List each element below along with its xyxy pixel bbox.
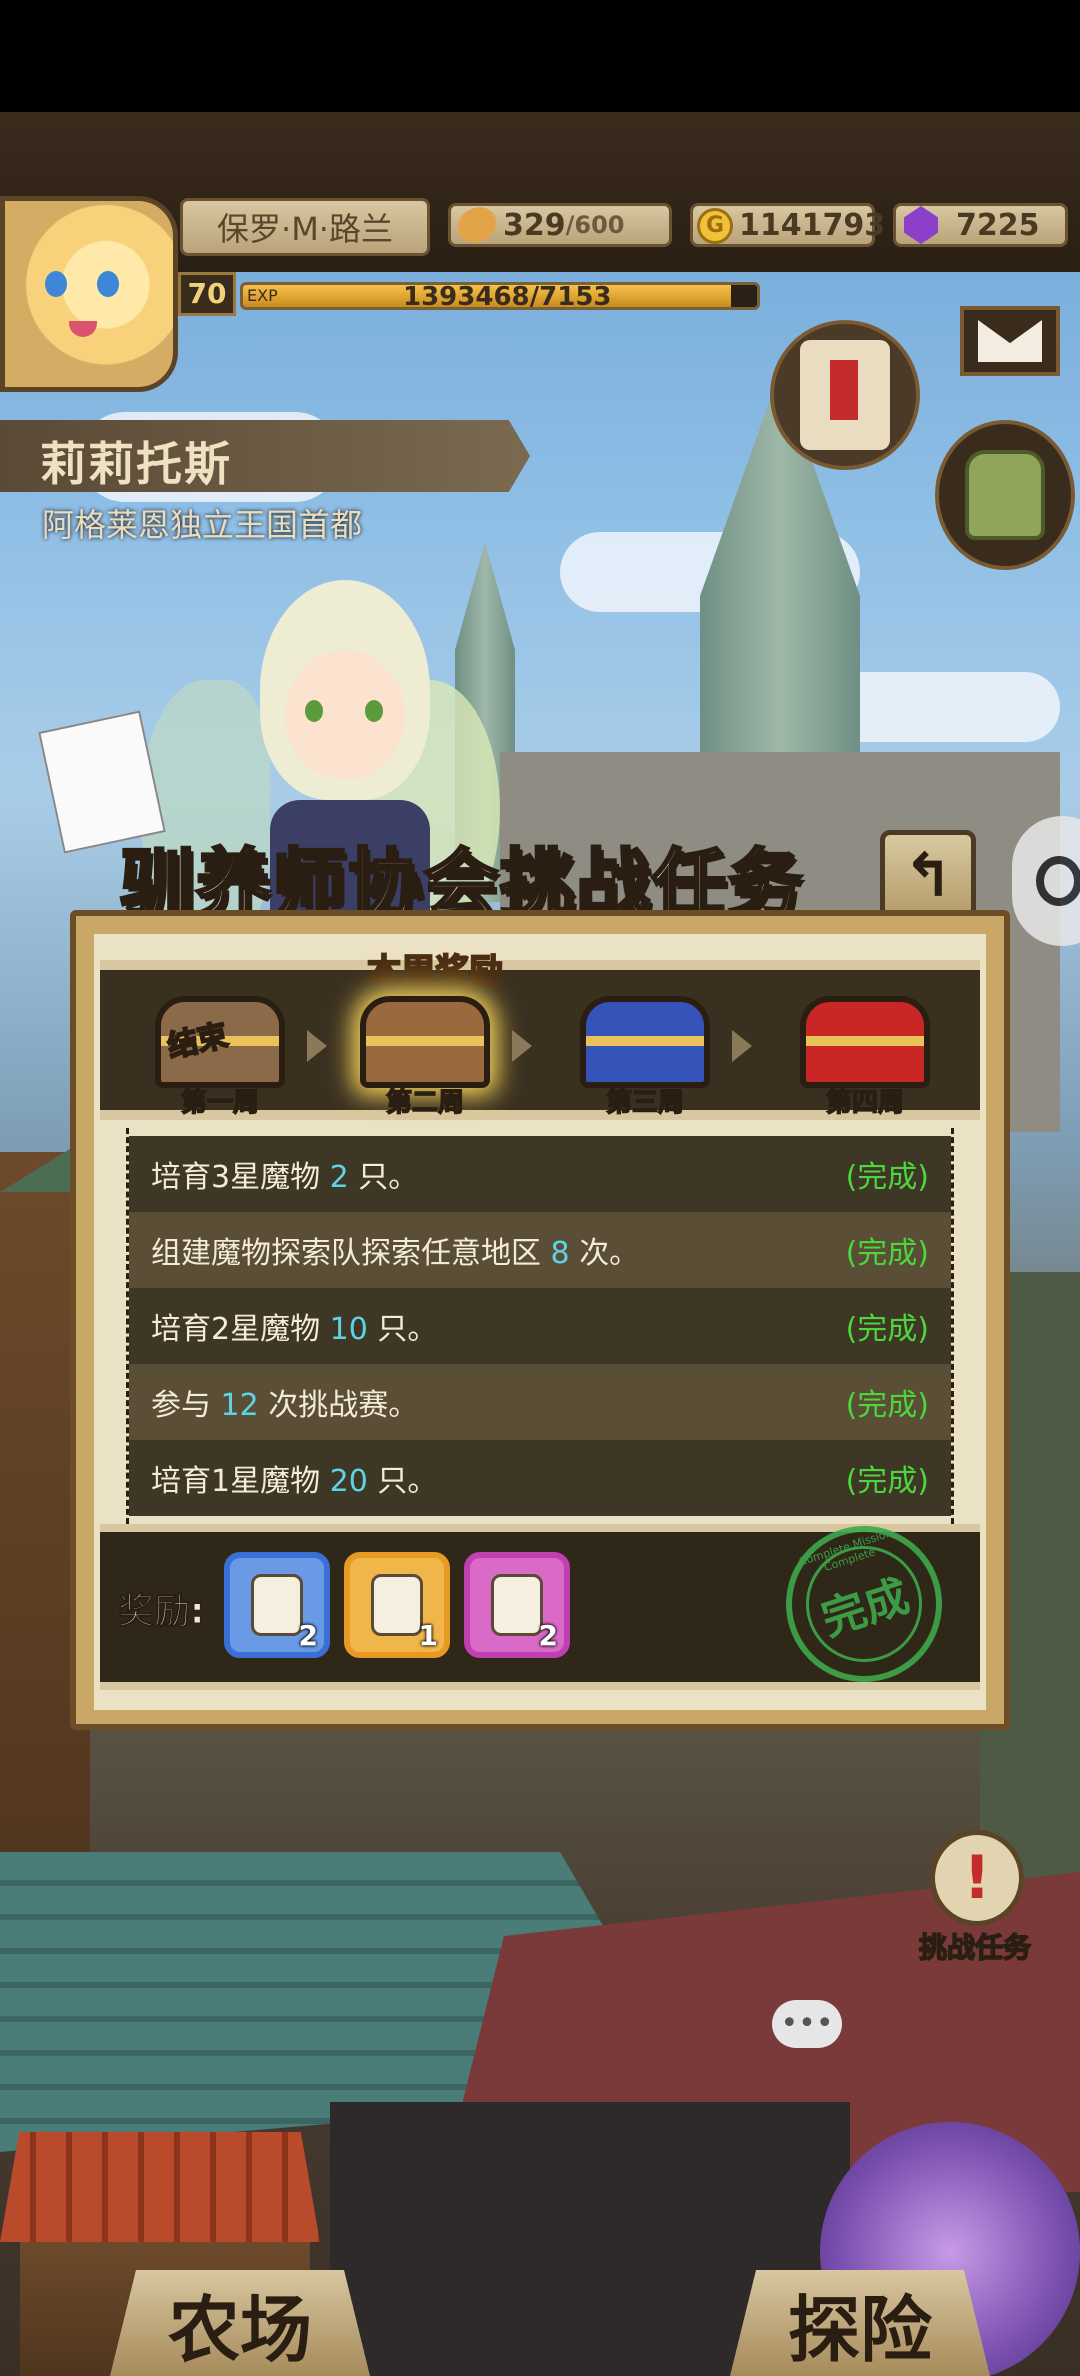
- task-text: 培育2星魔物 10 只。: [151, 1304, 437, 1348]
- task-row: 参与 12 次挑战赛。 (完成): [129, 1364, 951, 1440]
- task-count: 20: [329, 1464, 368, 1499]
- potion-icon: [371, 1574, 423, 1636]
- week-label: 第三周: [605, 1087, 685, 1119]
- exp-text: 1393468/7153: [403, 282, 612, 310]
- back-button[interactable]: ↰: [880, 830, 976, 922]
- location-subtitle: 阿格莱恩独立王国首都: [42, 506, 363, 544]
- lantern-icon: [491, 1574, 543, 1636]
- task-text: 培育3星魔物 2 只。: [151, 1152, 418, 1196]
- challenge-task-button[interactable]: ! 挑战任务: [900, 1830, 1050, 1970]
- task-status: (完成): [845, 1236, 929, 1271]
- week-label: 第二周: [385, 1087, 465, 1119]
- reward-item[interactable]: 1: [344, 1552, 450, 1658]
- gem-counter[interactable]: 7225: [893, 203, 1068, 247]
- reward-count: 1: [418, 1619, 438, 1652]
- exp-label: EXP: [247, 286, 278, 305]
- player-avatar[interactable]: [0, 196, 178, 392]
- week-chest-3[interactable]: 第三周: [570, 986, 720, 1119]
- reward-item[interactable]: 2: [464, 1552, 570, 1658]
- alert-scroll-icon: !: [930, 1830, 1024, 1926]
- return-arrow-icon: ↰: [902, 841, 954, 911]
- explore-nav-button[interactable]: 探险: [730, 2270, 990, 2376]
- task-count: 2: [329, 1160, 349, 1195]
- task-prefix: 培育2星魔物: [151, 1312, 321, 1347]
- task-status: (完成): [845, 1160, 929, 1195]
- challenge-task-label: 挑战任务: [918, 1930, 1032, 1965]
- player-level: 70: [178, 272, 236, 316]
- week-state: 结束: [164, 1017, 232, 1066]
- task-prefix: 培育3星魔物: [151, 1160, 321, 1195]
- task-row: 培育1星魔物 20 只。 (完成): [129, 1440, 951, 1516]
- bread-counter[interactable]: 329 /600: [448, 200, 672, 250]
- task-suffix: 只。: [377, 1312, 438, 1347]
- arrow-right-icon: [307, 1030, 327, 1062]
- bread-max: /600: [565, 211, 625, 239]
- task-prefix: 组建魔物探索队探索任意地区: [151, 1236, 541, 1271]
- week-label: 第四周: [825, 1087, 905, 1119]
- task-row: 培育2星魔物 10 只。 (完成): [129, 1288, 951, 1364]
- task-status: (完成): [845, 1464, 929, 1499]
- week-chest-1[interactable]: 结束第一周: [145, 986, 295, 1119]
- task-text: 组建魔物探索队探索任意地区 8 次。: [151, 1228, 639, 1272]
- player-name: 保罗·M·路兰: [217, 210, 393, 248]
- scroll-quill-icon: [800, 340, 890, 450]
- gold-counter[interactable]: G 1141793: [690, 203, 885, 247]
- purple-gem-icon: [904, 206, 938, 244]
- reward-count: 2: [538, 1619, 558, 1652]
- quest-scroll-button[interactable]: [770, 320, 920, 470]
- task-suffix: 次挑战赛。: [268, 1388, 419, 1423]
- task-text: 培育1星魔物 20 只。: [151, 1456, 437, 1500]
- farm-label: 农场: [167, 2287, 312, 2372]
- treasure-chest-icon: [580, 996, 710, 1088]
- bread-value: 329: [503, 207, 566, 243]
- task-prefix: 培育1星魔物: [151, 1464, 321, 1499]
- gold-coin-icon: G: [697, 208, 733, 244]
- task-status: (完成): [845, 1312, 929, 1347]
- arrow-right-icon: [732, 1030, 752, 1062]
- chat-bubble-button[interactable]: •••: [772, 2000, 842, 2048]
- this-week-reward-badge: 本周奖励: [340, 944, 530, 993]
- task-row: 培育3星魔物 2 只。 (完成): [129, 1136, 951, 1212]
- task-count: 12: [220, 1388, 259, 1423]
- week-chest-2[interactable]: 第二周: [350, 986, 500, 1119]
- reward-label: 奖励:: [117, 1591, 205, 1633]
- week-chest-4[interactable]: 第四周: [790, 986, 940, 1119]
- backpack-button[interactable]: [935, 420, 1075, 570]
- gem-value: 7225: [956, 207, 1040, 243]
- location-banner: 莉莉托斯: [0, 420, 530, 492]
- bread-icon: [451, 200, 503, 250]
- backpack-icon: [965, 450, 1045, 540]
- location-title: 莉莉托斯: [40, 437, 232, 491]
- task-suffix: 只。: [358, 1160, 419, 1195]
- exp-bar: EXP 1393468/7153: [240, 282, 760, 310]
- reward-item[interactable]: 2: [224, 1552, 330, 1658]
- treasure-chest-icon: 结束: [155, 996, 285, 1088]
- floating-app-bubble[interactable]: [1012, 816, 1080, 946]
- task-suffix: 次。: [579, 1236, 640, 1271]
- gold-value: 1141793: [739, 207, 886, 243]
- scroll-icon: [251, 1574, 303, 1636]
- reward-count: 2: [298, 1619, 318, 1652]
- arrow-right-icon: [512, 1030, 532, 1062]
- task-prefix: 参与: [151, 1388, 211, 1423]
- music-note-icon: [1036, 856, 1080, 906]
- treasure-chest-icon: [800, 996, 930, 1088]
- task-status: (完成): [845, 1388, 929, 1423]
- chat-dots-icon: •••: [780, 2006, 834, 2041]
- task-suffix: 只。: [377, 1464, 438, 1499]
- farm-nav-button[interactable]: 农场: [110, 2270, 370, 2376]
- treasure-chest-icon: [360, 996, 490, 1088]
- task-count: 8: [550, 1236, 570, 1271]
- explore-label: 探险: [787, 2287, 932, 2372]
- mail-button[interactable]: [960, 306, 1060, 376]
- task-row: 组建魔物探索队探索任意地区 8 次。 (完成): [129, 1212, 951, 1288]
- task-text: 参与 12 次挑战赛。: [151, 1380, 418, 1424]
- task-count: 10: [329, 1312, 368, 1347]
- envelope-icon: [978, 320, 1042, 362]
- week-label: 第一周: [180, 1087, 260, 1119]
- player-name-plate[interactable]: 保罗·M·路兰: [180, 198, 430, 256]
